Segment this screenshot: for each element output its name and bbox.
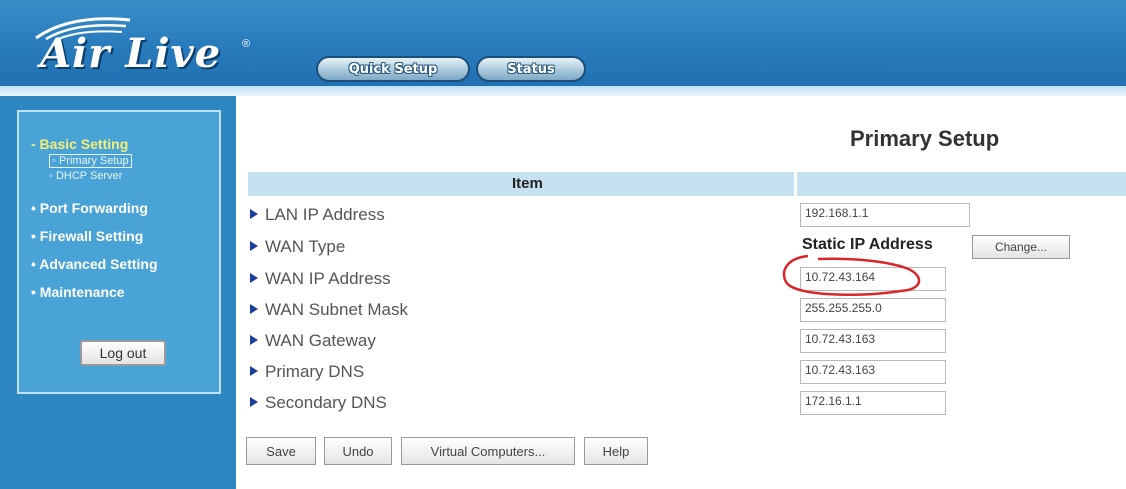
row-label-wan-subnet: WAN Subnet Mask: [250, 300, 408, 320]
row-label-wan-ip: WAN IP Address: [250, 269, 391, 289]
airlive-logo: Air Live ®: [30, 12, 250, 82]
primary-dns-input[interactable]: 10.72.43.163: [800, 360, 946, 384]
virtual-computers-button[interactable]: Virtual Computers...: [401, 437, 575, 465]
lan-ip-input[interactable]: 192.168.1.1: [800, 203, 970, 227]
sidebar-item-port-forwarding[interactable]: • Port Forwarding: [31, 200, 148, 216]
table-header-item-label: Item: [512, 175, 543, 192]
header-divider: [0, 86, 1126, 96]
row-arrow-icon: [250, 366, 258, 376]
sidebar-item-firewall-setting[interactable]: • Firewall Setting: [31, 228, 143, 244]
sidebar-subitem-dhcp-server[interactable]: ◦ DHCP Server: [49, 170, 122, 182]
save-button[interactable]: Save: [246, 437, 316, 465]
logout-button[interactable]: Log out: [80, 340, 166, 366]
row-arrow-icon: [250, 209, 258, 219]
wan-gateway-input[interactable]: 10.72.43.163: [800, 329, 946, 353]
sidebar-subitem-primary-setup[interactable]: ◦ Primary Setup: [49, 154, 132, 168]
change-wan-type-button[interactable]: Change...: [972, 235, 1070, 259]
row-label-text: Primary DNS: [265, 362, 365, 381]
status-label: Status: [507, 61, 555, 77]
row-arrow-icon: [250, 273, 258, 283]
row-label-lan-ip: LAN IP Address: [250, 205, 385, 225]
row-label-text: WAN Gateway: [265, 331, 376, 350]
sidebar-menu: - Basic Setting ◦ Primary Setup ◦ DHCP S…: [17, 110, 221, 394]
undo-button[interactable]: Undo: [324, 437, 392, 465]
row-arrow-icon: [250, 397, 258, 407]
row-label-primary-dns: Primary DNS: [250, 362, 364, 382]
red-annotation-circle: [782, 254, 921, 296]
row-arrow-icon: [250, 241, 258, 251]
row-arrow-icon: [250, 304, 258, 314]
wan-subnet-input[interactable]: 255.255.255.0: [800, 298, 946, 322]
status-button[interactable]: Status: [476, 56, 586, 82]
help-button[interactable]: Help: [584, 437, 648, 465]
sidebar-item-maintenance[interactable]: • Maintenance: [31, 284, 125, 300]
row-label-text: WAN Type: [265, 237, 346, 256]
row-label-text: WAN Subnet Mask: [265, 300, 408, 319]
sidebar-item-advanced-setting[interactable]: • Advanced Setting: [31, 256, 158, 272]
quick-setup-button[interactable]: Quick Setup: [316, 56, 470, 82]
quick-setup-label: Quick Setup: [348, 61, 438, 77]
row-label-wan-type: WAN Type: [250, 237, 345, 257]
row-label-text: WAN IP Address: [265, 269, 391, 288]
row-label-secondary-dns: Secondary DNS: [250, 393, 387, 413]
sidebar-item-basic-setting[interactable]: - Basic Setting: [31, 136, 128, 152]
table-header-value-cell: [797, 172, 1126, 196]
row-label-text: LAN IP Address: [265, 205, 385, 224]
row-label-text: Secondary DNS: [265, 393, 387, 412]
page-title: Primary Setup: [850, 126, 1000, 151]
logo-registered-mark: ®: [242, 38, 251, 50]
row-label-wan-gateway: WAN Gateway: [250, 331, 376, 351]
logo-text: Air Live: [40, 30, 222, 77]
row-arrow-icon: [250, 335, 258, 345]
secondary-dns-input[interactable]: 172.16.1.1: [800, 391, 946, 415]
